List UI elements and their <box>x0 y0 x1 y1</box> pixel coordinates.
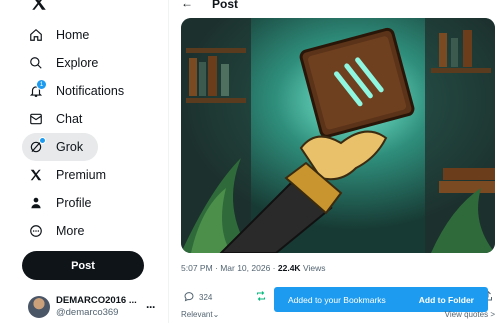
nav-label: Grok <box>56 140 84 154</box>
post-detail: ← Post 5:07 PM · Mar 10, 2026 · 22.4K Vi… <box>169 0 500 323</box>
x-logo-icon[interactable] <box>30 0 48 12</box>
post-button[interactable]: Post <box>22 251 144 280</box>
reply-icon <box>183 290 195 304</box>
bookmark-toast: Added to your Bookmarks Add to Folder <box>274 287 488 312</box>
nav-item-grok[interactable]: Grok <box>22 133 98 161</box>
notification-count-badge: 1 <box>36 79 47 90</box>
page-title: Post <box>212 0 239 11</box>
nav-label: Explore <box>56 56 99 70</box>
grok-icon <box>28 137 46 155</box>
view-quotes-link[interactable]: View quotes > <box>445 310 495 319</box>
nav-label: Premium <box>56 168 107 182</box>
nav-item-more[interactable]: More <box>22 217 162 245</box>
more-circle-icon <box>28 223 44 239</box>
back-arrow-icon[interactable]: ← <box>181 0 193 10</box>
replies-sort-dropdown[interactable]: Relevant⌄ <box>181 310 219 319</box>
add-to-folder-link[interactable]: Add to Folder <box>419 295 474 305</box>
nav-item-chat[interactable]: Chat <box>22 105 162 133</box>
view-count: 22.4K <box>277 263 301 273</box>
account-name: DEMARCO2016 ... <box>56 295 137 306</box>
repost-icon <box>255 290 267 304</box>
grok-indicator-dot <box>39 137 46 144</box>
header: ← Post <box>169 0 500 12</box>
account-switcher[interactable]: DEMARCO2016 ... @demarco369 ··· <box>28 294 163 320</box>
view-quotes-label: View quotes <box>444 310 489 319</box>
nav-label: Notifications <box>56 84 125 98</box>
nav-item-explore[interactable]: Explore <box>22 49 162 77</box>
account-more-icon[interactable]: ··· <box>146 300 156 314</box>
timestamp: 5:07 PM · Mar 10, 2026 · <box>181 263 276 273</box>
bell-icon: 1 <box>28 79 47 99</box>
chevron-right-icon: > <box>490 310 495 319</box>
primary-nav: Home Explore 1 Notifications Chat Grok P… <box>22 21 162 245</box>
sort-label: Relevant <box>181 310 213 319</box>
chat-icon <box>28 111 44 127</box>
repost-button[interactable] <box>255 290 267 304</box>
reply-button[interactable]: 324 <box>183 290 212 304</box>
chevron-down-icon: ⌄ <box>212 310 220 319</box>
nav-item-profile[interactable]: Profile <box>22 189 162 217</box>
nav-item-notifications[interactable]: 1 Notifications <box>22 77 162 105</box>
reply-count: 324 <box>199 292 213 302</box>
nav-label: More <box>56 224 85 238</box>
nav-item-premium[interactable]: Premium <box>22 161 162 189</box>
sidebar: Home Explore 1 Notifications Chat Grok P… <box>0 0 169 323</box>
account-handle: @demarco369 <box>56 307 119 318</box>
home-icon <box>28 27 44 43</box>
nav-label: Profile <box>56 196 92 210</box>
post-timestamp-views: 5:07 PM · Mar 10, 2026 · 22.4K Views <box>181 263 325 273</box>
search-icon <box>28 55 44 71</box>
avatar <box>28 296 50 318</box>
x-icon <box>28 167 44 183</box>
nav-item-home[interactable]: Home <box>22 21 162 49</box>
views-label: Views <box>302 263 326 273</box>
toast-message: Added to your Bookmarks <box>288 294 386 305</box>
person-icon <box>28 195 44 211</box>
nav-label: Chat <box>56 112 83 126</box>
nav-label: Home <box>56 28 90 42</box>
post-image[interactable] <box>181 18 495 253</box>
